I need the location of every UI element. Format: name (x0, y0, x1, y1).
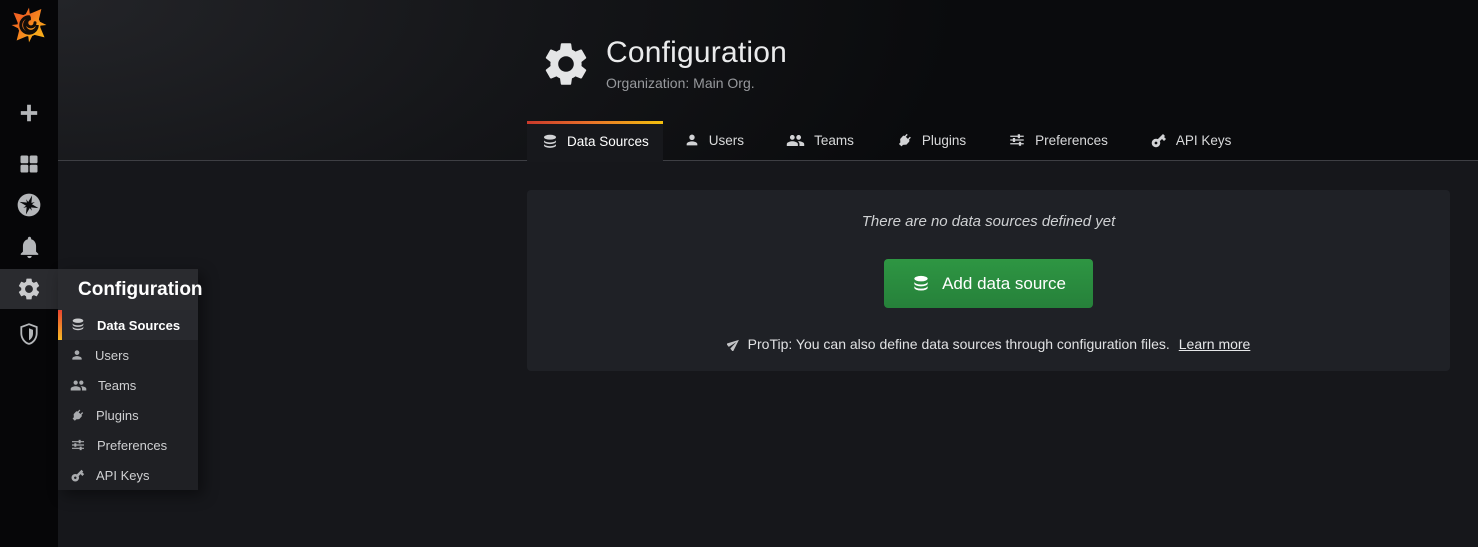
flyout-title[interactable]: Configuration (58, 269, 198, 310)
page-content: There are no data sources defined yet Ad… (58, 162, 1478, 547)
gear-icon (540, 38, 592, 90)
users-icon (70, 377, 87, 394)
flyout-item-label: Data Sources (97, 318, 180, 333)
sliders-icon (1008, 131, 1026, 149)
plug-icon (896, 132, 913, 149)
protip-row: ProTip: You can also define data sources… (527, 336, 1450, 352)
key-icon (1150, 132, 1167, 149)
empty-state-panel: There are no data sources defined yet Ad… (527, 190, 1450, 371)
compass-icon (16, 192, 42, 218)
gear-icon (16, 276, 42, 302)
tab-teams[interactable]: Teams (765, 120, 875, 160)
user-icon (684, 132, 700, 148)
user-icon (70, 348, 84, 362)
tab-label: Data Sources (567, 134, 649, 149)
flyout-item-api-keys[interactable]: API Keys (58, 460, 198, 490)
tab-label: API Keys (1176, 133, 1232, 148)
sidebar-item-explore[interactable] (0, 192, 58, 218)
side-menu (0, 0, 58, 547)
tab-label: Users (709, 133, 744, 148)
sidebar-item-configuration[interactable] (0, 269, 58, 309)
tab-api-keys[interactable]: API Keys (1129, 120, 1253, 160)
grafana-logo[interactable] (0, 5, 58, 45)
flyout-item-plugins[interactable]: Plugins (58, 400, 198, 430)
tab-bar: Data Sources Users Teams Plugins Prefere… (527, 118, 1252, 160)
flyout-item-users[interactable]: Users (58, 340, 198, 370)
page-subtitle: Organization: Main Org. (606, 75, 787, 91)
learn-more-link[interactable]: Learn more (1179, 336, 1251, 352)
database-icon (911, 274, 931, 294)
database-icon (70, 317, 86, 333)
configuration-flyout-menu: Configuration Data Sources Users Teams P… (58, 269, 198, 490)
sidebar-item-dashboards[interactable] (0, 152, 58, 176)
tab-plugins[interactable]: Plugins (875, 120, 987, 160)
page-title: Configuration (606, 36, 787, 70)
tab-data-sources[interactable]: Data Sources (527, 121, 663, 162)
users-icon (786, 131, 805, 150)
plug-icon (70, 408, 85, 423)
flyout-item-label: API Keys (96, 468, 149, 483)
page-header: Configuration Organization: Main Org. (540, 36, 787, 91)
tab-label: Teams (814, 133, 854, 148)
flyout-item-preferences[interactable]: Preferences (58, 430, 198, 460)
flyout-item-data-sources[interactable]: Data Sources (58, 310, 198, 340)
rocket-icon (727, 337, 741, 351)
add-data-source-button[interactable]: Add data source (884, 259, 1093, 308)
sidebar-item-server-admin[interactable] (0, 321, 58, 346)
add-data-source-label: Add data source (942, 274, 1066, 294)
sidebar-item-create[interactable] (0, 101, 58, 125)
shield-icon (17, 322, 41, 346)
tab-label: Preferences (1035, 133, 1108, 148)
database-icon (541, 133, 559, 151)
flyout-item-teams[interactable]: Teams (58, 370, 198, 400)
sidebar-item-alerting[interactable] (0, 235, 58, 260)
tab-preferences[interactable]: Preferences (987, 120, 1129, 160)
plus-icon (17, 101, 41, 125)
grafana-logo-icon (10, 6, 48, 44)
bell-icon (17, 235, 42, 260)
tab-users[interactable]: Users (663, 120, 765, 160)
flyout-item-label: Teams (98, 378, 136, 393)
dashboards-icon (17, 152, 41, 176)
protip-text: ProTip: You can also define data sources… (748, 336, 1170, 352)
empty-state-message: There are no data sources defined yet (527, 190, 1450, 230)
flyout-item-label: Users (95, 348, 129, 363)
key-icon (70, 468, 85, 483)
flyout-item-label: Preferences (97, 438, 167, 453)
sliders-icon (70, 437, 86, 453)
tab-label: Plugins (922, 133, 966, 148)
page-header-band: Configuration Organization: Main Org. Da… (58, 0, 1478, 161)
flyout-item-label: Plugins (96, 408, 139, 423)
